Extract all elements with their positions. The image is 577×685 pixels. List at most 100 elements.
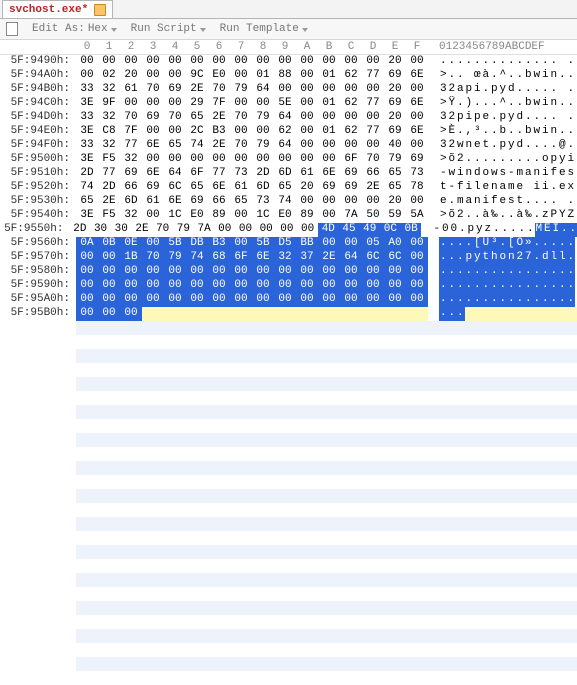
hex-byte[interactable]: 6E	[406, 125, 428, 139]
hex-byte[interactable]: D5	[274, 237, 296, 251]
ascii-char[interactable]	[558, 83, 567, 97]
ascii-char[interactable]: .	[533, 195, 542, 209]
hex-byte[interactable]: 6E	[406, 69, 428, 83]
hex-byte[interactable]: 69	[164, 83, 186, 97]
ascii-char[interactable]: t	[439, 181, 448, 195]
hex-byte[interactable]: 1C	[252, 209, 274, 223]
ascii-char[interactable]: y	[507, 139, 516, 153]
ascii-char[interactable]: b	[524, 125, 533, 139]
ascii-char[interactable]: )	[465, 97, 474, 111]
hex-byte[interactable]: 00	[98, 307, 120, 321]
hex-byte[interactable]: 64	[274, 111, 296, 125]
row-hex[interactable]: 742D66696C656E616D652069692E6578	[76, 181, 428, 195]
hex-byte[interactable]: 01	[252, 69, 274, 83]
hex-byte[interactable]: 00	[98, 293, 120, 307]
ascii-char[interactable]: .	[456, 307, 465, 321]
hex-byte[interactable]: 00	[230, 265, 252, 279]
hex-byte[interactable]: 00	[318, 195, 340, 209]
ascii-char[interactable]: w	[533, 97, 542, 111]
hex-byte[interactable]: 2E	[318, 251, 340, 265]
row-ascii[interactable]: >È.,³..b..bwin..	[428, 125, 577, 139]
ascii-char[interactable]: .	[550, 279, 559, 293]
ascii-char[interactable]: .	[524, 139, 533, 153]
hex-byte[interactable]: 89	[208, 209, 230, 223]
hex-byte[interactable]: 65	[164, 139, 186, 153]
ascii-char[interactable]: [	[473, 237, 482, 251]
ascii-char[interactable]: o	[499, 251, 508, 265]
hex-byte[interactable]: 00	[296, 83, 318, 97]
ascii-char[interactable]: .	[516, 279, 525, 293]
hex-byte[interactable]: 6E	[142, 167, 164, 181]
ascii-char[interactable]: w	[490, 167, 499, 181]
ascii-char[interactable]: .	[558, 125, 567, 139]
hex-row[interactable]: 5F:94E0h:3EC87F00002CB300006200016277696…	[0, 125, 577, 139]
hex-byte[interactable]: 00	[252, 97, 274, 111]
hex-byte[interactable]: 00	[296, 97, 318, 111]
hex-byte[interactable]: 00	[362, 139, 384, 153]
hex-byte[interactable]: 9C	[186, 69, 208, 83]
ascii-char[interactable]: o	[482, 167, 491, 181]
ascii-char[interactable]: -	[433, 223, 442, 237]
hex-byte[interactable]: 7F	[208, 97, 230, 111]
ascii-char[interactable]: .	[550, 181, 559, 195]
ascii-char[interactable]: .	[465, 293, 474, 307]
hex-byte[interactable]: 73	[230, 167, 252, 181]
ascii-char[interactable]: .	[533, 265, 542, 279]
hex-byte[interactable]: 70	[142, 251, 164, 265]
hex-byte[interactable]: 00	[406, 237, 428, 251]
ascii-char[interactable]: à	[482, 209, 491, 223]
hex-byte[interactable]: 00	[142, 55, 164, 69]
ascii-char[interactable]: .	[456, 97, 465, 111]
ascii-char[interactable]: .	[533, 251, 542, 265]
ascii-char[interactable]: y	[558, 153, 567, 167]
hex-byte[interactable]: 6D	[274, 167, 296, 181]
ascii-char[interactable]: .	[550, 265, 559, 279]
ascii-char[interactable]: à	[516, 209, 525, 223]
hex-byte[interactable]: 68	[208, 251, 230, 265]
hex-byte[interactable]: 2D	[76, 167, 98, 181]
ascii-char[interactable]: n	[465, 139, 474, 153]
ascii-char[interactable]: .	[567, 195, 576, 209]
ascii-char[interactable]: w	[448, 167, 457, 181]
ascii-char[interactable]: w	[533, 69, 542, 83]
ascii-char[interactable]: .	[516, 69, 525, 83]
ascii-char[interactable]	[558, 55, 567, 69]
row-ascii[interactable]: ....[Û³.[Õ».....	[428, 237, 577, 251]
hex-byte[interactable]: 00	[340, 111, 362, 125]
ascii-char[interactable]: .	[567, 111, 576, 125]
ascii-char[interactable]: p	[456, 111, 465, 125]
hex-byte[interactable]: 00	[186, 279, 208, 293]
hex-byte[interactable]: 62	[340, 97, 362, 111]
ascii-char[interactable]: .	[448, 237, 457, 251]
ascii-char[interactable]: .	[550, 55, 559, 69]
ascii-char[interactable]: n	[550, 97, 559, 111]
hex-byte[interactable]: 2E	[362, 181, 384, 195]
ascii-char[interactable]: .	[558, 69, 567, 83]
hex-row[interactable]: 5F:9590h:0000000000000000000000000000000…	[0, 279, 577, 293]
ascii-char[interactable]: .	[567, 293, 576, 307]
ascii-char[interactable]: d	[473, 167, 482, 181]
ascii-char[interactable]: .	[524, 293, 533, 307]
hex-byte[interactable]: C8	[98, 125, 120, 139]
row-hex[interactable]: 3332776E65742E707964000000004000	[76, 139, 428, 153]
hex-byte[interactable]: 00	[98, 55, 120, 69]
ascii-char[interactable]: .	[448, 251, 457, 265]
hex-byte[interactable]: 00	[208, 279, 230, 293]
ascii-char[interactable]: p	[473, 111, 482, 125]
ascii-char[interactable]: .	[482, 83, 491, 97]
ascii-char[interactable]: m	[456, 195, 465, 209]
ascii-char[interactable]: x	[567, 181, 576, 195]
hex-byte[interactable]: 00	[340, 293, 362, 307]
hex-byte[interactable]: F5	[98, 209, 120, 223]
ascii-char[interactable]: .	[473, 209, 482, 223]
hex-byte[interactable]: 00	[274, 265, 296, 279]
row-hex[interactable]: 0A0B0E005BDBB3005BD5BB000005A000	[76, 237, 428, 251]
hex-byte[interactable]: 69	[142, 181, 164, 195]
ascii-char[interactable]: b	[524, 97, 533, 111]
ascii-char[interactable]: i	[541, 97, 550, 111]
ascii-char[interactable]: @	[558, 139, 567, 153]
ascii-char[interactable]: ,	[465, 125, 474, 139]
ascii-char[interactable]: .	[558, 237, 567, 251]
ascii-char[interactable]: .	[465, 237, 474, 251]
hex-byte[interactable]: 69	[384, 125, 406, 139]
